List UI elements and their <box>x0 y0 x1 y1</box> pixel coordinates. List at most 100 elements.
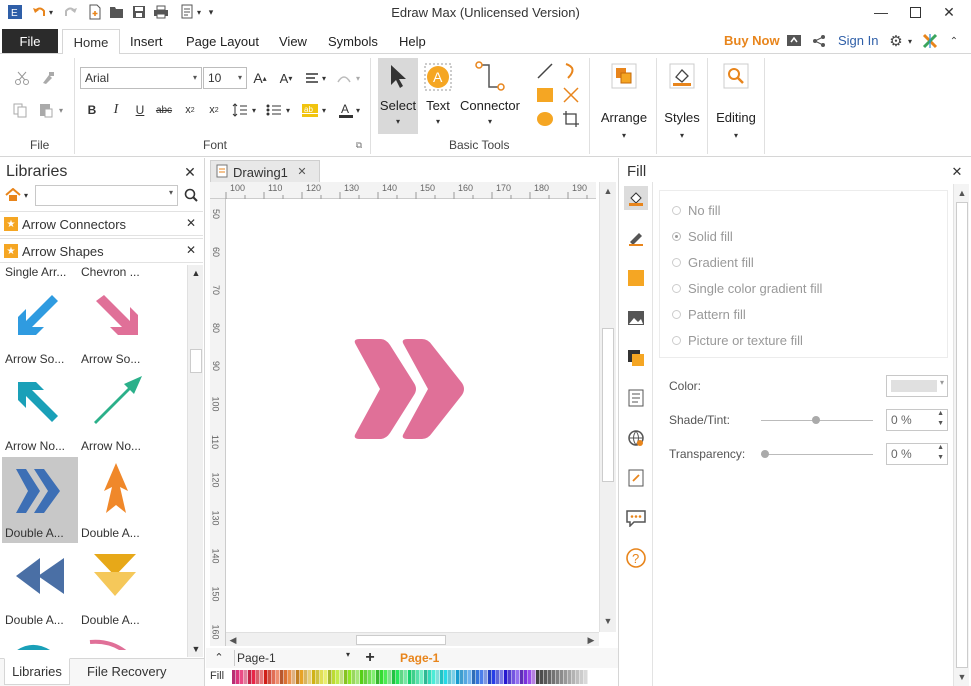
palette-swatch[interactable] <box>452 670 456 684</box>
bullet-list-icon[interactable] <box>264 100 284 120</box>
shape-arrow-northwest[interactable]: Arrow No... <box>2 370 78 456</box>
palette-swatch[interactable] <box>236 670 240 684</box>
copy-icon[interactable] <box>10 100 30 120</box>
palette-swatch[interactable] <box>408 670 412 684</box>
shape-double-arrow-left[interactable]: Double A... <box>2 544 78 630</box>
canvas-vertical-scrollbar[interactable]: ▲ ▼ <box>599 182 616 632</box>
scrollbar-thumb[interactable] <box>190 349 202 373</box>
palette-swatch[interactable] <box>540 670 544 684</box>
library-search-input[interactable]: ▾ <box>35 185 178 206</box>
add-page-icon[interactable]: + <box>362 649 378 666</box>
transparency-slider[interactable] <box>761 450 873 458</box>
palette-swatch[interactable] <box>332 670 336 684</box>
minimize-icon[interactable]: — <box>864 0 898 24</box>
canvas-horizontal-scrollbar[interactable]: ◀ ▶ <box>226 632 599 646</box>
edraw-brand-icon[interactable] <box>921 32 939 50</box>
shape-partial-pink[interactable] <box>88 636 138 650</box>
palette-swatch[interactable] <box>256 670 260 684</box>
palette-swatch[interactable] <box>536 670 540 684</box>
italic-icon[interactable]: I <box>106 100 126 120</box>
globe-hyperlink-icon[interactable] <box>624 426 648 450</box>
crop-icon[interactable] <box>560 108 582 130</box>
bullet-list-dropdown-icon[interactable]: ▾ <box>284 100 292 120</box>
drawing-canvas[interactable] <box>226 199 599 632</box>
tab-insert[interactable]: Insert <box>130 34 163 49</box>
palette-swatch[interactable] <box>444 670 448 684</box>
sign-in-link[interactable]: Sign In <box>838 33 878 48</box>
palette-swatch[interactable] <box>552 670 556 684</box>
superscript-icon[interactable]: x2 <box>204 100 224 120</box>
palette-swatch[interactable] <box>372 670 376 684</box>
scroll-down-icon[interactable]: ▼ <box>600 614 616 628</box>
palette-swatch[interactable] <box>476 670 480 684</box>
text-align-icon[interactable] <box>302 68 322 88</box>
library-section-arrow-connectors[interactable]: ★ Arrow Connectors ✕ <box>0 211 203 236</box>
palette-swatch[interactable] <box>508 670 512 684</box>
fill-panel-scrollbar[interactable]: ▲ ▼ <box>953 184 969 686</box>
line-spacing-dropdown-icon[interactable]: ▾ <box>250 100 258 120</box>
scrollbar-thumb[interactable] <box>356 635 446 645</box>
scroll-up-icon[interactable]: ▲ <box>954 186 970 200</box>
ellipse-shape-icon[interactable] <box>534 108 556 130</box>
bold-icon[interactable]: B <box>82 100 102 120</box>
palette-swatch[interactable] <box>500 670 504 684</box>
close-libraries-icon[interactable]: ✕ <box>182 164 198 180</box>
scroll-up-icon[interactable]: ▲ <box>188 265 204 281</box>
palette-swatch[interactable] <box>416 670 420 684</box>
palette-swatch[interactable] <box>572 670 576 684</box>
palette-swatch[interactable] <box>564 670 568 684</box>
tab-home[interactable]: Home <box>62 29 120 55</box>
palette-swatch[interactable] <box>320 670 324 684</box>
select-tool-button[interactable]: Select ▾ <box>378 58 418 134</box>
palette-swatch[interactable] <box>280 670 284 684</box>
palette-swatch[interactable] <box>460 670 464 684</box>
cross-connector-icon[interactable] <box>560 84 582 106</box>
palette-swatch[interactable] <box>276 670 280 684</box>
close-tab-icon[interactable]: ✕ <box>295 164 309 178</box>
shape-label[interactable]: Single Arr... <box>5 265 66 279</box>
font-color-icon[interactable]: A <box>336 100 356 120</box>
maximize-icon[interactable] <box>898 0 932 24</box>
shade-tint-slider[interactable] <box>761 416 873 424</box>
palette-swatch[interactable] <box>532 670 536 684</box>
palette-swatch[interactable] <box>504 670 508 684</box>
palette-swatch[interactable] <box>356 670 360 684</box>
subscript-icon[interactable]: x2 <box>180 100 200 120</box>
tab-file-recovery[interactable]: File Recovery <box>87 664 166 679</box>
scroll-up-icon[interactable]: ▲ <box>600 184 616 198</box>
settings-gear-icon[interactable]: ⚙ <box>887 32 905 50</box>
close-section-icon[interactable]: ✕ <box>184 243 198 257</box>
font-size-select[interactable]: 10 ▾ <box>203 67 247 89</box>
buy-now-link[interactable]: Buy Now <box>724 33 780 48</box>
shade-tint-input[interactable]: 0 % ▲ ▼ <box>886 409 948 431</box>
palette-swatch[interactable] <box>244 670 248 684</box>
palette-swatch[interactable] <box>464 670 468 684</box>
tab-symbols[interactable]: Symbols <box>328 34 378 49</box>
highlight-color-icon[interactable]: ab <box>300 100 320 120</box>
font-name-select[interactable]: Arial ▾ <box>80 67 202 89</box>
scroll-down-icon[interactable]: ▼ <box>954 670 970 684</box>
palette-swatch[interactable] <box>352 670 356 684</box>
palette-swatch[interactable] <box>432 670 436 684</box>
styles-button[interactable]: Styles ▾ <box>660 58 704 148</box>
palette-swatch[interactable] <box>264 670 268 684</box>
share-screen-icon[interactable] <box>785 32 803 50</box>
arrange-button[interactable]: Arrange ▾ <box>596 58 652 148</box>
fill-bucket-icon[interactable] <box>624 186 648 210</box>
arc-shape-icon[interactable] <box>560 60 582 82</box>
palette-swatch[interactable] <box>388 670 392 684</box>
text-align-dropdown-icon[interactable]: ▾ <box>320 68 328 88</box>
palette-swatch[interactable] <box>428 670 432 684</box>
scroll-down-icon[interactable]: ▼ <box>188 641 204 657</box>
scroll-left-icon[interactable]: ◀ <box>226 633 240 647</box>
palette-swatch[interactable] <box>448 670 452 684</box>
shape-label[interactable]: Chevron ... <box>81 265 140 279</box>
palette-swatch[interactable] <box>528 670 532 684</box>
home-icon[interactable] <box>4 186 22 204</box>
scroll-right-icon[interactable]: ▶ <box>584 633 598 647</box>
shape-arrow-northeast[interactable]: Arrow No... <box>78 370 154 456</box>
palette-swatch[interactable] <box>580 670 584 684</box>
slider-thumb[interactable] <box>812 416 820 424</box>
line-shape-icon[interactable] <box>534 60 556 82</box>
close-window-icon[interactable]: ✕ <box>932 0 966 24</box>
